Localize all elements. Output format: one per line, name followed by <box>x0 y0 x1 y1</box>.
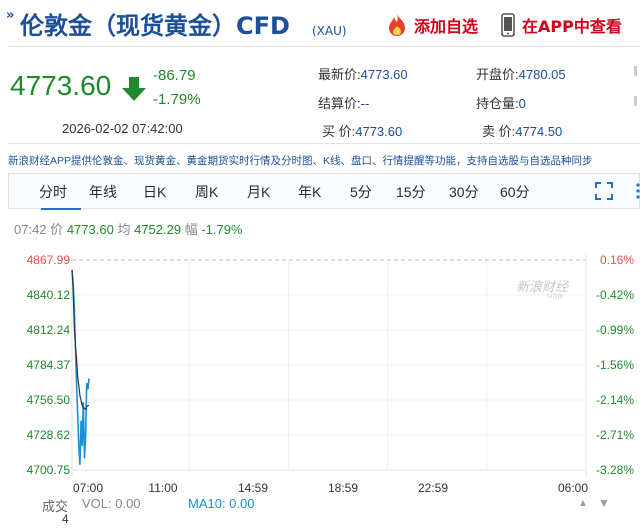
pct-tick-label: -3.28% <box>596 463 634 477</box>
price-change-percent: -1.79% <box>153 91 201 108</box>
fullscreen-icon[interactable] <box>595 182 613 200</box>
pct-tick-label: -0.99% <box>596 323 634 337</box>
tab-year-line[interactable]: 年线 <box>89 182 117 202</box>
y-tick-label: 4867.99 <box>27 253 71 267</box>
price-change: -86.79 <box>153 67 196 84</box>
tab-daily-k[interactable]: 日K <box>143 182 166 202</box>
chart-tabs: 分时 年线 日K 周K 月K 年K 5分 15分 30分 60分 <box>8 173 640 210</box>
volume-readout: VOL: 0.00 <box>82 496 141 511</box>
x-tick-label: 06:00 <box>558 481 588 495</box>
current-price: 4773.60 <box>10 70 112 101</box>
scroll-marker <box>634 96 637 106</box>
volume-axis-value: 4 <box>62 512 69 526</box>
open-interest-field: 持仓量:0 <box>476 96 526 111</box>
bid-price-field: 买 价:4773.60 <box>322 124 403 139</box>
page-title: 伦敦金（现货黄金）CFD <box>20 12 290 40</box>
more-icon[interactable] <box>635 182 640 200</box>
scroll-down-icon[interactable]: ▼ <box>598 496 610 510</box>
tab-monthly-k[interactable]: 月K <box>247 182 270 202</box>
watermark-sub: sina <box>546 291 563 300</box>
tab-15min[interactable]: 15分 <box>396 182 426 202</box>
ask-price-field: 卖 价:4774.50 <box>482 124 563 139</box>
tab-30min[interactable]: 30分 <box>449 182 479 202</box>
phone-icon <box>501 13 515 37</box>
volume-header: 成交 VOL: 0.00 MA10: 0.00 4 ▲ ▼ <box>0 496 640 532</box>
pct-tick-label: -0.42% <box>596 288 634 302</box>
pct-tick-label: -2.71% <box>596 428 634 442</box>
open-in-app-button[interactable]: 在APP中查看 <box>500 12 622 38</box>
pct-tick-label: -1.56% <box>596 358 634 372</box>
pct-tick-label: -2.14% <box>596 393 634 407</box>
ma10-readout: MA10: 0.00 <box>188 496 255 511</box>
scroll-up-icon[interactable]: ▲ <box>578 498 588 509</box>
y-tick-label: 4812.24 <box>27 323 71 337</box>
x-tick-label: 07:00 <box>73 481 103 495</box>
quote-timestamp: 2026-02-02 07:42:00 <box>62 121 183 136</box>
tab-5min[interactable]: 5分 <box>350 182 372 202</box>
x-tick-label: 11:00 <box>148 481 177 495</box>
y-tick-label: 4756.50 <box>27 393 71 407</box>
settle-price-field: 结算价:-- <box>318 96 370 111</box>
open-in-app-label: 在APP中查看 <box>522 17 622 36</box>
crosshair-info: 07:42 价 4773.60 均 4752.29 幅 -1.79% <box>14 222 243 237</box>
title-mark-icon: » <box>6 8 15 23</box>
header: » 伦敦金（现货黄金）CFD (XAU) 添加自选 在APP中查看 <box>0 0 640 46</box>
latest-price-field: 最新价:4773.60 <box>318 67 408 82</box>
add-watchlist-button[interactable]: 添加自选 <box>386 12 478 38</box>
add-watchlist-label: 添加自选 <box>414 17 479 36</box>
open-price-field: 开盘价:4780.05 <box>476 67 566 82</box>
app-notice: 新浪财经APP提供伦敦金、现货黄金、黄金期货实时行情及分时图、K线、盘口、行情提… <box>8 155 593 167</box>
x-tick-label: 22:59 <box>418 481 448 495</box>
divider <box>8 46 640 47</box>
y-tick-label: 4728.62 <box>27 428 71 442</box>
x-tick-label: 18:59 <box>328 481 358 495</box>
scroll-marker <box>634 66 637 76</box>
y-tick-label: 4784.37 <box>27 358 71 372</box>
active-tab-indicator <box>41 208 81 210</box>
tab-yearly-k[interactable]: 年K <box>298 182 321 202</box>
page-title-code: (XAU) <box>312 24 347 38</box>
tab-timeshare[interactable]: 分时 <box>39 182 67 202</box>
divider <box>8 143 640 144</box>
down-arrow-icon <box>122 77 146 101</box>
y-tick-label: 4700.75 <box>27 463 71 477</box>
x-tick-label: 14:59 <box>238 481 268 495</box>
tab-60min[interactable]: 60分 <box>500 182 530 202</box>
tab-weekly-k[interactable]: 周K <box>195 182 218 202</box>
y-tick-label: 4840.12 <box>27 288 71 302</box>
pct-tick-label: 0.16% <box>600 253 634 267</box>
flame-icon <box>389 14 405 36</box>
